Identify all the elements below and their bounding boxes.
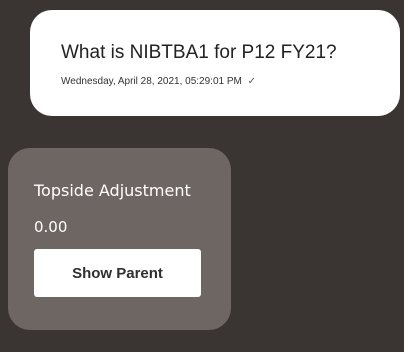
card-title: Topside Adjustment bbox=[34, 181, 191, 200]
user-message-bubble: What is NIBTBA1 for P12 FY21? Wednesday,… bbox=[30, 10, 400, 116]
card-value: 0.00 bbox=[34, 218, 68, 236]
message-meta: Wednesday, April 28, 2021, 05:29:01 PM ✓ bbox=[61, 76, 400, 88]
show-parent-button[interactable]: Show Parent bbox=[34, 249, 201, 297]
message-timestamp: Wednesday, April 28, 2021, 05:29:01 PM bbox=[61, 76, 242, 87]
bot-response-card: Topside Adjustment 0.00 Show Parent bbox=[8, 148, 231, 330]
chat-area: What is NIBTBA1 for P12 FY21? Wednesday,… bbox=[0, 0, 404, 352]
checkmark-icon: ✓ bbox=[247, 76, 257, 87]
user-message-text: What is NIBTBA1 for P12 FY21? bbox=[61, 42, 337, 63]
